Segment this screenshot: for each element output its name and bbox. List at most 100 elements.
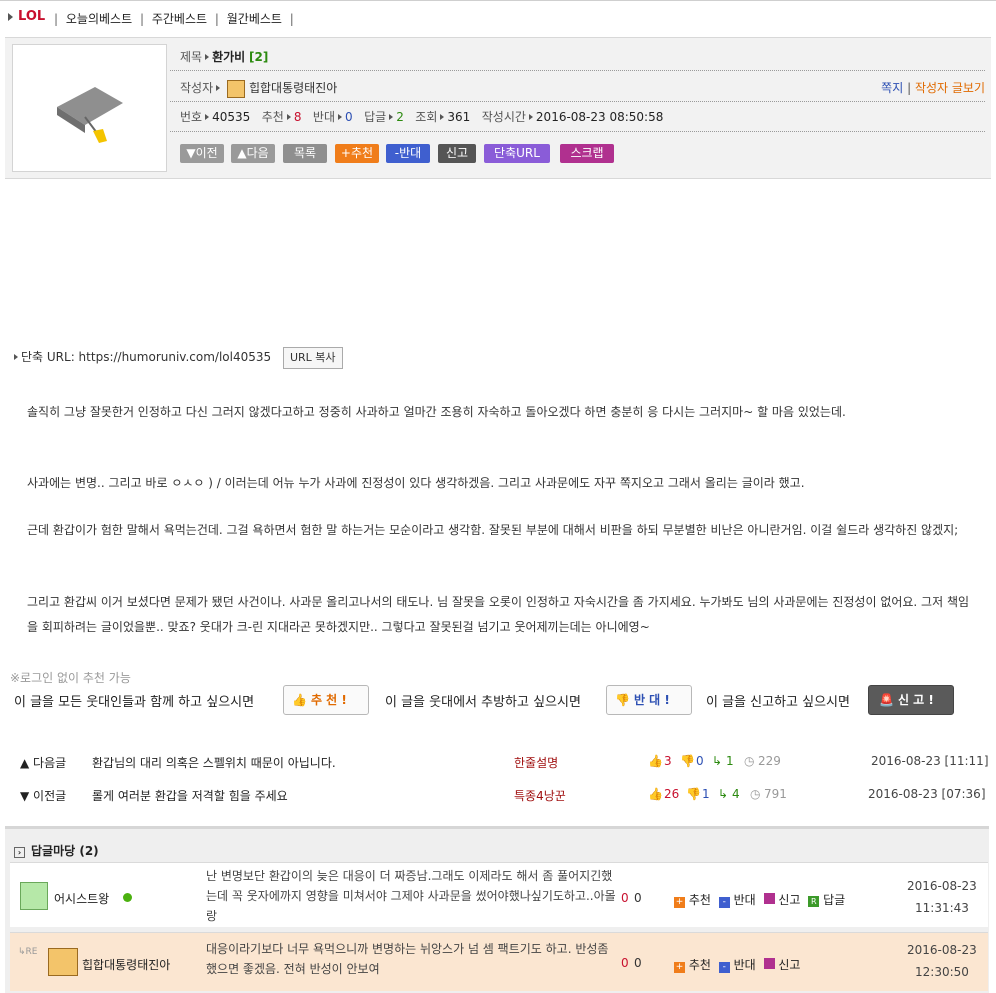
up-count: 26	[664, 787, 680, 801]
opp-prompt: 이 글을 웃대에서 추방하고 싶으시면	[385, 695, 581, 710]
time-label: 작성시간	[481, 110, 526, 124]
prev-post-title[interactable]: 롤게 여러분 환갑을 저격할 힘을 주세요	[92, 787, 288, 804]
reply-item: 어시스트왕 난 변명보단 환갑이의 늦은 대응이 더 짜증남.그래도 이제라도 …	[10, 862, 988, 927]
reply-date: 2016-08-23	[907, 879, 977, 893]
post-date: 2016-08-23 [07:36]	[868, 787, 986, 801]
separator: |	[214, 12, 219, 26]
scrap-button[interactable]: 스크랩	[560, 144, 614, 163]
reply-opp-button[interactable]: 반대	[734, 893, 756, 907]
thumbs-up-icon: 👍	[648, 787, 663, 801]
body-paragraph: 근데 환갑이가 험한 말해서 욕먹는건데. 그걸 욕하면서 험한 말 하는거는 …	[27, 523, 959, 537]
prev-button[interactable]: ▼이전	[180, 144, 224, 163]
num-label: 번호	[180, 110, 203, 124]
reply-score-up: 0	[621, 891, 629, 905]
post-time: 2016-08-23 08:50:58	[535, 110, 664, 124]
reply-opp-button[interactable]: 반대	[734, 958, 756, 972]
opp-btn-label: 반 대 !	[633, 693, 670, 707]
clock-icon: ◷	[744, 754, 755, 768]
plus-icon: +	[674, 962, 685, 973]
reply-text: 난 변명보단 환갑이의 늦은 대응이 더 짜증남.그래도 이제라도 해서 좀 풀…	[206, 869, 616, 923]
prev-label: ▼ 이전글	[20, 789, 67, 803]
view-count: 361	[447, 110, 471, 124]
view-label: 조회	[415, 110, 438, 124]
reply-rec-button[interactable]: 추천	[689, 958, 711, 972]
short-url-button[interactable]: 단축URL	[484, 144, 550, 163]
author-badge-icon	[226, 79, 245, 98]
opp-count: 0	[345, 110, 353, 124]
reply-user[interactable]: 어시스트왕	[54, 890, 109, 907]
siren-icon	[763, 958, 775, 969]
post-number: 40535	[212, 110, 251, 124]
best-links: | 오늘의베스트 | 주간베스트 | 월간베스트 |	[50, 10, 298, 27]
plus-icon: +	[674, 897, 685, 908]
rec-label: 추천	[261, 110, 284, 124]
author-name[interactable]: 힙합대통령태진아	[249, 81, 337, 95]
next-button[interactable]: ▲다음	[231, 144, 275, 163]
separator: |	[139, 12, 144, 26]
down-count: 1	[702, 787, 710, 801]
copy-url-button[interactable]: URL 복사	[282, 347, 343, 369]
reply-time: 11:31:43	[915, 901, 969, 915]
big-report-button[interactable]: 🚨 신 고 !	[868, 685, 954, 715]
author-avatar	[12, 44, 167, 172]
reply-score-up: 0	[621, 956, 629, 970]
weekly-best-link[interactable]: 주간베스트	[152, 12, 207, 26]
thumbs-up-icon: 👍	[292, 693, 307, 707]
next-post-title[interactable]: 환갑님의 대리 의혹은 스펠위치 때문이 아닙니다.	[92, 754, 336, 771]
re-label: RE	[25, 947, 38, 957]
big-recommend-button[interactable]: 👍 추 천 !	[283, 685, 369, 715]
reply-count: [2]	[249, 50, 269, 64]
reply-rec-button[interactable]: 추천	[689, 893, 711, 907]
divider	[170, 131, 985, 132]
login-note: ※로그인 없이 추천 가능	[10, 671, 131, 685]
message-link[interactable]: 쪽지	[881, 81, 903, 95]
view-count: 791	[764, 787, 787, 801]
author-posts-link[interactable]: 작성자 글보기	[915, 81, 985, 95]
online-icon	[123, 893, 132, 902]
separator: |	[54, 12, 59, 26]
user-avatar	[48, 948, 78, 976]
reply-title: 답글마당 (2)	[31, 844, 99, 858]
separator: |	[289, 12, 294, 26]
board-link[interactable]: LOL	[18, 9, 45, 24]
reply-reply-button[interactable]: 답글	[823, 893, 845, 907]
body-paragraph: 솔직히 그냥 잘못한거 인정하고 다신 그러지 않겠다고하고 정중히 사과하고 …	[27, 405, 846, 419]
reply-count: 1	[726, 754, 734, 768]
reply-item: ↳RE 힙합대통령태진아 대응이라기보다 너무 욕먹으니까 변명하는 뉘앙스가 …	[10, 932, 988, 991]
body-paragraph: 그리고 환갑씨 이거 보셨다면 문제가 됐던 사건이나. 사과문 올리고나서의 …	[27, 595, 970, 634]
recommend-button[interactable]: +추천	[335, 144, 379, 163]
thumbs-down-icon: 👎	[680, 754, 695, 768]
post-title: 환가비	[212, 50, 246, 64]
report-btn-label: 신 고 !	[897, 693, 934, 707]
author-label: 작성자	[180, 81, 214, 95]
user-avatar	[20, 882, 48, 910]
rec-btn-label: 추 천 !	[310, 693, 347, 707]
minus-icon: -	[718, 962, 730, 973]
reply-score-down: 0	[634, 891, 642, 905]
title-label: 제목	[180, 50, 203, 64]
reply-icon: R	[808, 896, 820, 907]
thumbs-up-icon: 👍	[648, 754, 663, 768]
reply-report-button[interactable]: 신고	[778, 893, 800, 907]
list-button[interactable]: 목록	[283, 144, 327, 163]
reply-score-down: 0	[634, 956, 642, 970]
prev-post-author[interactable]: 특종4낭꾼	[514, 787, 566, 804]
monthly-best-link[interactable]: 월간베스트	[227, 12, 282, 26]
down-count: 0	[696, 754, 704, 768]
reply-user[interactable]: 힙합대통령태진아	[82, 956, 170, 973]
reply-count: 4	[732, 787, 740, 801]
reply-text: 대응이라기보다 너무 욕먹으니까 변명하는 뉘앙스가 넘 셈 팩트기도 하고. …	[206, 942, 609, 976]
oppose-button[interactable]: -반대	[386, 144, 430, 163]
short-url-row: 단축 URL: https://humoruniv.com/lol40535 U…	[14, 347, 343, 369]
today-best-link[interactable]: 오늘의베스트	[66, 12, 132, 26]
short-url-text: 단축 URL: https://humoruniv.com/lol40535	[21, 350, 272, 364]
reply-report-button[interactable]: 신고	[778, 958, 800, 972]
arrow-icon	[8, 13, 13, 21]
reply-num: 2	[396, 110, 404, 124]
rec-prompt: 이 글을 모든 웃대인들과 함께 하고 싶으시면	[14, 695, 255, 710]
reply-arrow-icon: ↳	[712, 754, 723, 768]
report-button[interactable]: 신고	[438, 144, 476, 163]
big-oppose-button[interactable]: 👎 반 대 !	[606, 685, 692, 715]
next-post-author[interactable]: 한줄설명	[514, 754, 558, 771]
reply-label: 답글	[364, 110, 387, 124]
